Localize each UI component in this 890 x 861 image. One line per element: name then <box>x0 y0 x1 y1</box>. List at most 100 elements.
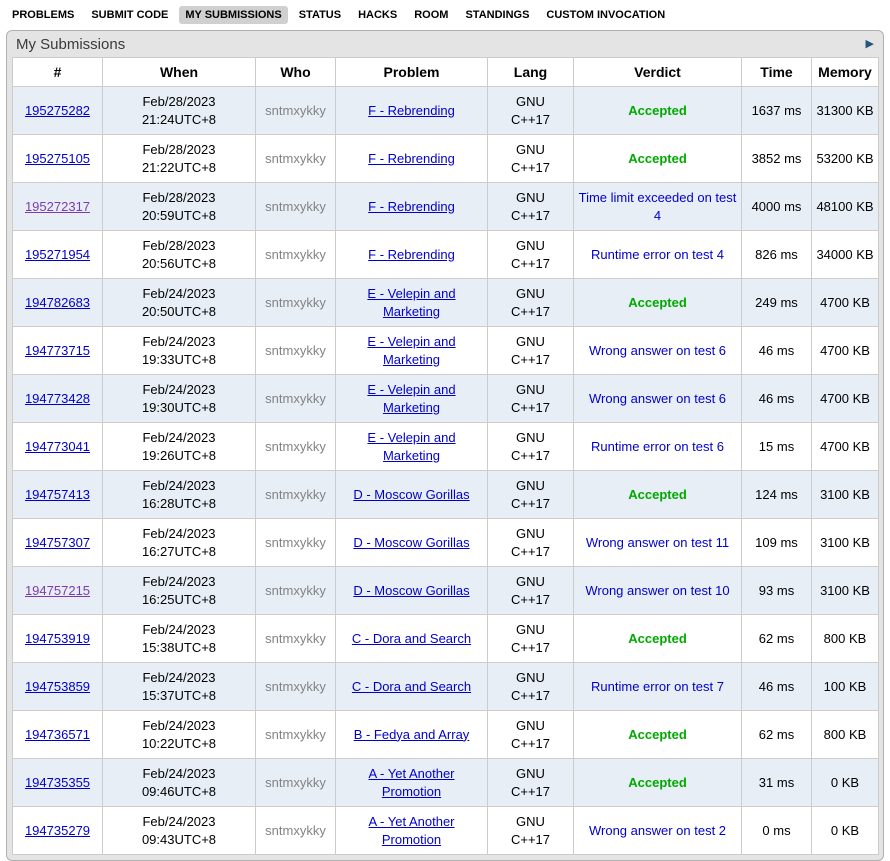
when-date: Feb/24/2023 <box>107 573 251 591</box>
lang-text: GNU C++17 <box>507 621 555 656</box>
submission-time: 826 ms <box>742 231 812 279</box>
problem-link[interactable]: C - Dora and Search <box>352 631 471 646</box>
submission-author[interactable]: sntmxykky <box>265 247 326 262</box>
submission-author[interactable]: sntmxykky <box>265 151 326 166</box>
submission-id-link[interactable]: 194736571 <box>25 727 90 742</box>
submission-id-link[interactable]: 194753919 <box>25 631 90 646</box>
nav-item-hacks[interactable]: HACKS <box>352 6 403 24</box>
problem-link[interactable]: D - Moscow Gorillas <box>353 535 469 550</box>
problem-link[interactable]: D - Moscow Gorillas <box>353 583 469 598</box>
submission-id-link[interactable]: 194782683 <box>25 295 90 310</box>
header-time: Time <box>742 58 812 87</box>
submission-author[interactable]: sntmxykky <box>265 487 326 502</box>
submission-id-link[interactable]: 194735279 <box>25 823 90 838</box>
submission-id-link[interactable]: 194773428 <box>25 391 90 406</box>
submission-memory: 800 KB <box>812 615 879 663</box>
submission-time: 4000 ms <box>742 183 812 231</box>
problem-link[interactable]: E - Velepin and Marketing <box>367 286 455 319</box>
problem-link[interactable]: A - Yet Another Promotion <box>368 814 454 847</box>
submission-id-link[interactable]: 195272317 <box>25 199 90 214</box>
verdict-text: Wrong answer on test 6 <box>589 391 726 406</box>
problem-link[interactable]: F - Rebrending <box>368 247 455 262</box>
submission-when: Feb/24/2023 16:25UTC+8 <box>103 567 256 615</box>
submission-lang: GNU C++17 <box>488 231 574 279</box>
when-time: 21:22UTC+8 <box>107 159 251 177</box>
submission-lang: GNU C++17 <box>488 711 574 759</box>
submission-id-link[interactable]: 194773715 <box>25 343 90 358</box>
submission-author[interactable]: sntmxykky <box>265 103 326 118</box>
when-time: 20:59UTC+8 <box>107 207 251 225</box>
table-row: 194736571 Feb/24/2023 10:22UTC+8 sntmxyk… <box>13 711 879 759</box>
submission-time: 46 ms <box>742 375 812 423</box>
when-date: Feb/24/2023 <box>107 477 251 495</box>
when-date: Feb/24/2023 <box>107 669 251 687</box>
page-title: My Submissions <box>16 36 125 53</box>
submission-author[interactable]: sntmxykky <box>265 727 326 742</box>
problem-link[interactable]: B - Fedya and Array <box>354 727 470 742</box>
panel-caption: My Submissions ▶ <box>12 31 878 57</box>
when-time: 09:43UTC+8 <box>107 831 251 849</box>
expand-arrow-icon[interactable]: ▶ <box>866 39 874 50</box>
submission-author[interactable]: sntmxykky <box>265 295 326 310</box>
problem-link[interactable]: F - Rebrending <box>368 103 455 118</box>
problem-link[interactable]: C - Dora and Search <box>352 679 471 694</box>
submission-when: Feb/24/2023 15:38UTC+8 <box>103 615 256 663</box>
lang-text: GNU C++17 <box>507 525 555 560</box>
submission-author[interactable]: sntmxykky <box>265 823 326 838</box>
nav-item-my-submissions[interactable]: MY SUBMISSIONS <box>179 6 287 24</box>
submission-memory: 34000 KB <box>812 231 879 279</box>
nav-item-problems[interactable]: PROBLEMS <box>6 6 80 24</box>
nav-item-room[interactable]: ROOM <box>408 6 454 24</box>
nav-item-custom-invocation[interactable]: CUSTOM INVOCATION <box>540 6 671 24</box>
problem-link[interactable]: E - Velepin and Marketing <box>367 334 455 367</box>
problem-link[interactable]: A - Yet Another Promotion <box>368 766 454 799</box>
lang-text: GNU C++17 <box>507 237 555 272</box>
submission-memory: 31300 KB <box>812 87 879 135</box>
submission-lang: GNU C++17 <box>488 519 574 567</box>
nav-item-submit-code[interactable]: SUBMIT CODE <box>85 6 174 24</box>
when-time: 15:37UTC+8 <box>107 687 251 705</box>
submission-author[interactable]: sntmxykky <box>265 679 326 694</box>
submission-when: Feb/24/2023 09:46UTC+8 <box>103 759 256 807</box>
problem-link[interactable]: D - Moscow Gorillas <box>353 487 469 502</box>
submission-lang: GNU C++17 <box>488 135 574 183</box>
submission-id-link[interactable]: 194757413 <box>25 487 90 502</box>
nav-item-standings[interactable]: STANDINGS <box>459 6 535 24</box>
verdict-text: Accepted <box>628 487 687 502</box>
submission-id-link[interactable]: 194735355 <box>25 775 90 790</box>
submission-id-link[interactable]: 195271954 <box>25 247 90 262</box>
submission-author[interactable]: sntmxykky <box>265 583 326 598</box>
submission-when: Feb/24/2023 10:22UTC+8 <box>103 711 256 759</box>
submission-author[interactable]: sntmxykky <box>265 535 326 550</box>
submission-author[interactable]: sntmxykky <box>265 343 326 358</box>
submission-lang: GNU C++17 <box>488 327 574 375</box>
submission-id-link[interactable]: 194773041 <box>25 439 90 454</box>
submission-lang: GNU C++17 <box>488 759 574 807</box>
submission-memory: 0 KB <box>812 807 879 855</box>
submission-author[interactable]: sntmxykky <box>265 199 326 214</box>
submission-id-link[interactable]: 195275105 <box>25 151 90 166</box>
submission-id-link[interactable]: 194757215 <box>25 583 90 598</box>
submission-id-link[interactable]: 194757307 <box>25 535 90 550</box>
when-date: Feb/24/2023 <box>107 285 251 303</box>
when-time: 21:24UTC+8 <box>107 111 251 129</box>
problem-link[interactable]: F - Rebrending <box>368 199 455 214</box>
submission-author[interactable]: sntmxykky <box>265 775 326 790</box>
verdict-text: Accepted <box>628 775 687 790</box>
table-row: 194757307 Feb/24/2023 16:27UTC+8 sntmxyk… <box>13 519 879 567</box>
lang-text: GNU C++17 <box>507 285 555 320</box>
submission-id-link[interactable]: 195275282 <box>25 103 90 118</box>
submission-time: 93 ms <box>742 567 812 615</box>
problem-link[interactable]: F - Rebrending <box>368 151 455 166</box>
when-time: 09:46UTC+8 <box>107 783 251 801</box>
nav-item-status[interactable]: STATUS <box>293 6 347 24</box>
submission-author[interactable]: sntmxykky <box>265 631 326 646</box>
submission-time: 3852 ms <box>742 135 812 183</box>
submission-id-link[interactable]: 194753859 <box>25 679 90 694</box>
submission-author[interactable]: sntmxykky <box>265 439 326 454</box>
verdict-text: Accepted <box>628 151 687 166</box>
submission-author[interactable]: sntmxykky <box>265 391 326 406</box>
problem-link[interactable]: E - Velepin and Marketing <box>367 382 455 415</box>
problem-link[interactable]: E - Velepin and Marketing <box>367 430 455 463</box>
lang-text: GNU C++17 <box>507 477 555 512</box>
